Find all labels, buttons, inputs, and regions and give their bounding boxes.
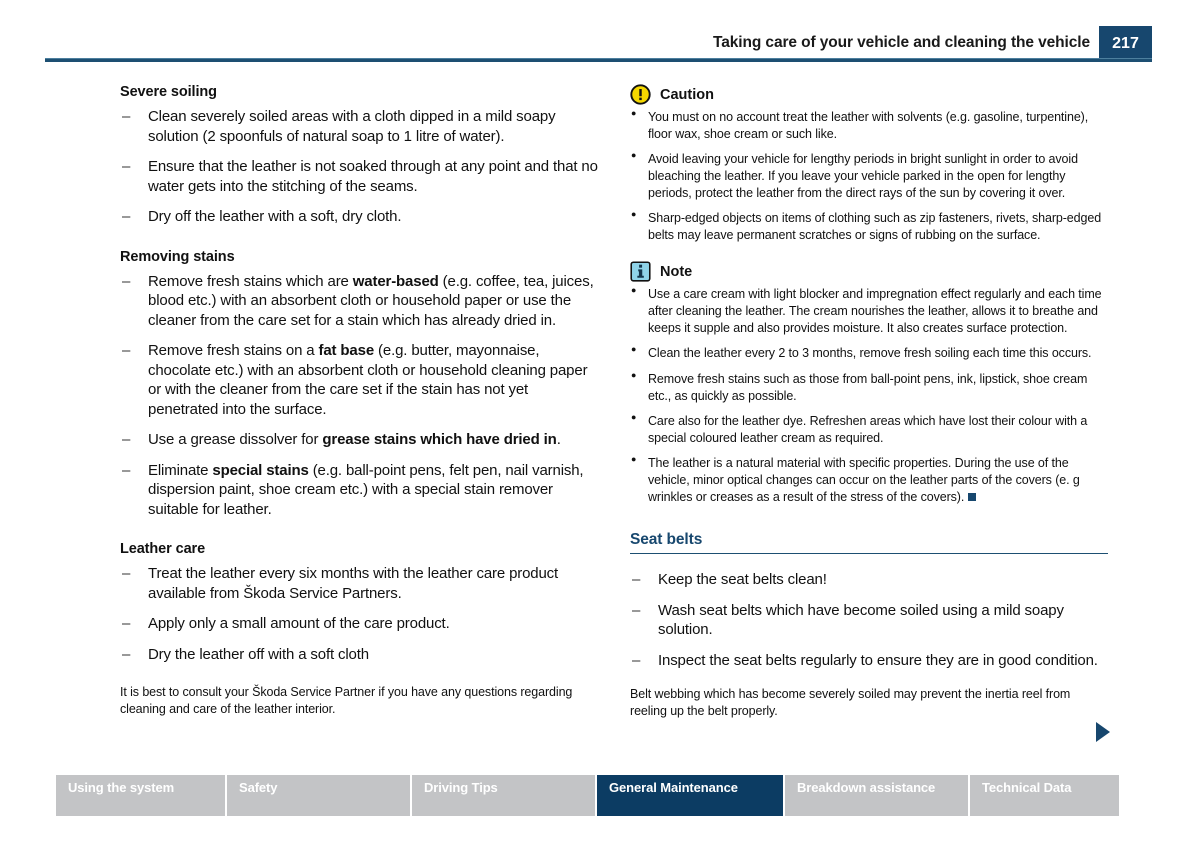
footer-section-tabs[interactable]: Using the system Safety Driving Tips Gen… xyxy=(56,775,1119,816)
list-item: Clean the leather every 2 to 3 months, r… xyxy=(630,344,1108,362)
header-divider xyxy=(45,58,1152,62)
list-item: Treat the leather every six months with … xyxy=(120,564,598,603)
list-item: Dry off the leather with a soft, dry clo… xyxy=(120,207,598,227)
list-item: Keep the seat belts clean! xyxy=(630,570,1108,590)
tab-label: Driving Tips xyxy=(424,780,498,795)
list-item: Ensure that the leather is not soaked th… xyxy=(120,157,598,196)
list-item: Remove fresh stains such as those from b… xyxy=(630,370,1108,404)
heading-severe-soiling: Severe soiling xyxy=(120,84,217,100)
document-page: Taking care of your vehicle and cleaning… xyxy=(0,0,1200,841)
list-item: Remove fresh stains on a fat base (e.g. … xyxy=(120,341,598,419)
list-item: The leather is a natural material with s… xyxy=(630,454,1108,505)
list-item: Avoid leaving your vehicle for lengthy p… xyxy=(630,150,1108,201)
caution-header: Caution xyxy=(630,84,1108,105)
list-item: Apply only a small amount of the care pr… xyxy=(120,614,598,634)
seat-belts-closing-note: Belt webbing which has become severely s… xyxy=(630,687,1071,718)
list-item: Care also for the leather dye. Refreshen… xyxy=(630,412,1108,446)
tab-using-the-system[interactable]: Using the system xyxy=(56,775,227,816)
heading-seat-belts: Seat belts xyxy=(630,531,703,549)
tab-label: Using the system xyxy=(68,780,175,795)
note-title: Note xyxy=(660,263,693,280)
note-header: Note xyxy=(630,261,1108,282)
list-leather-care: Treat the leather every six months with … xyxy=(120,564,598,664)
caution-title: Caution xyxy=(660,86,714,103)
heading-removing-stains: Removing stains xyxy=(120,248,235,265)
list-item: Remove fresh stains which are water-base… xyxy=(120,272,598,331)
list-item: Dry the leather off with a soft cloth xyxy=(120,645,598,665)
list-item: Use a care cream with light blocker and … xyxy=(630,285,1108,336)
tab-driving-tips[interactable]: Driving Tips xyxy=(412,775,597,816)
list-removing-stains: Remove fresh stains which are water-base… xyxy=(120,272,598,520)
tab-label: Breakdown assistance xyxy=(797,780,936,795)
list-item-text: The leather is a natural material with s… xyxy=(648,456,1080,504)
caution-triangle-icon xyxy=(630,84,651,105)
page-header: Taking care of your vehicle and cleaning… xyxy=(45,26,1152,62)
list-item: Clean severely soiled areas with a cloth… xyxy=(120,107,598,146)
leather-care-footnote: It is best to consult your Škoda Service… xyxy=(120,685,573,716)
list-seat-belts: Keep the seat belts clean! Wash seat bel… xyxy=(630,570,1108,670)
section-end-marker-icon xyxy=(968,492,977,501)
tab-general-maintenance[interactable]: General Maintenance xyxy=(597,775,785,816)
tab-label: General Maintenance xyxy=(609,780,738,795)
page-title: Taking care of your vehicle and cleaning… xyxy=(713,34,1090,51)
list-item: Sharp-edged objects on items of clothing… xyxy=(630,209,1108,243)
section-divider xyxy=(630,553,1108,555)
list-caution: You must on no account treat the leather… xyxy=(630,108,1108,243)
tab-breakdown-assistance[interactable]: Breakdown assistance xyxy=(785,775,970,816)
page-number-badge: 217 xyxy=(1099,26,1152,62)
heading-leather-care: Leather care xyxy=(120,541,206,557)
list-item: Inspect the seat belts regularly to ensu… xyxy=(630,651,1108,671)
list-item: Eliminate special stains (e.g. ball-poin… xyxy=(120,461,598,520)
left-column: Severe soiling Clean severely soiled are… xyxy=(120,84,598,730)
tab-label: Technical Data xyxy=(982,780,1072,795)
next-page-arrow-icon xyxy=(1096,721,1110,742)
tab-safety[interactable]: Safety xyxy=(227,775,412,816)
list-severe-soiling: Clean severely soiled areas with a cloth… xyxy=(120,107,598,227)
list-note: Use a care cream with light blocker and … xyxy=(630,285,1108,505)
right-column: Caution You must on no account treat the… xyxy=(630,84,1110,742)
list-item: You must on no account treat the leather… xyxy=(630,108,1108,142)
tab-label: Safety xyxy=(239,780,278,795)
list-item: Wash seat belts which have become soiled… xyxy=(630,601,1108,640)
list-item: Use a grease dissolver for grease stains… xyxy=(120,430,598,450)
tab-technical-data[interactable]: Technical Data xyxy=(970,775,1119,816)
info-icon xyxy=(630,261,651,282)
section-seat-belts: Seat belts Keep the seat belts clean! Wa… xyxy=(630,531,1110,742)
